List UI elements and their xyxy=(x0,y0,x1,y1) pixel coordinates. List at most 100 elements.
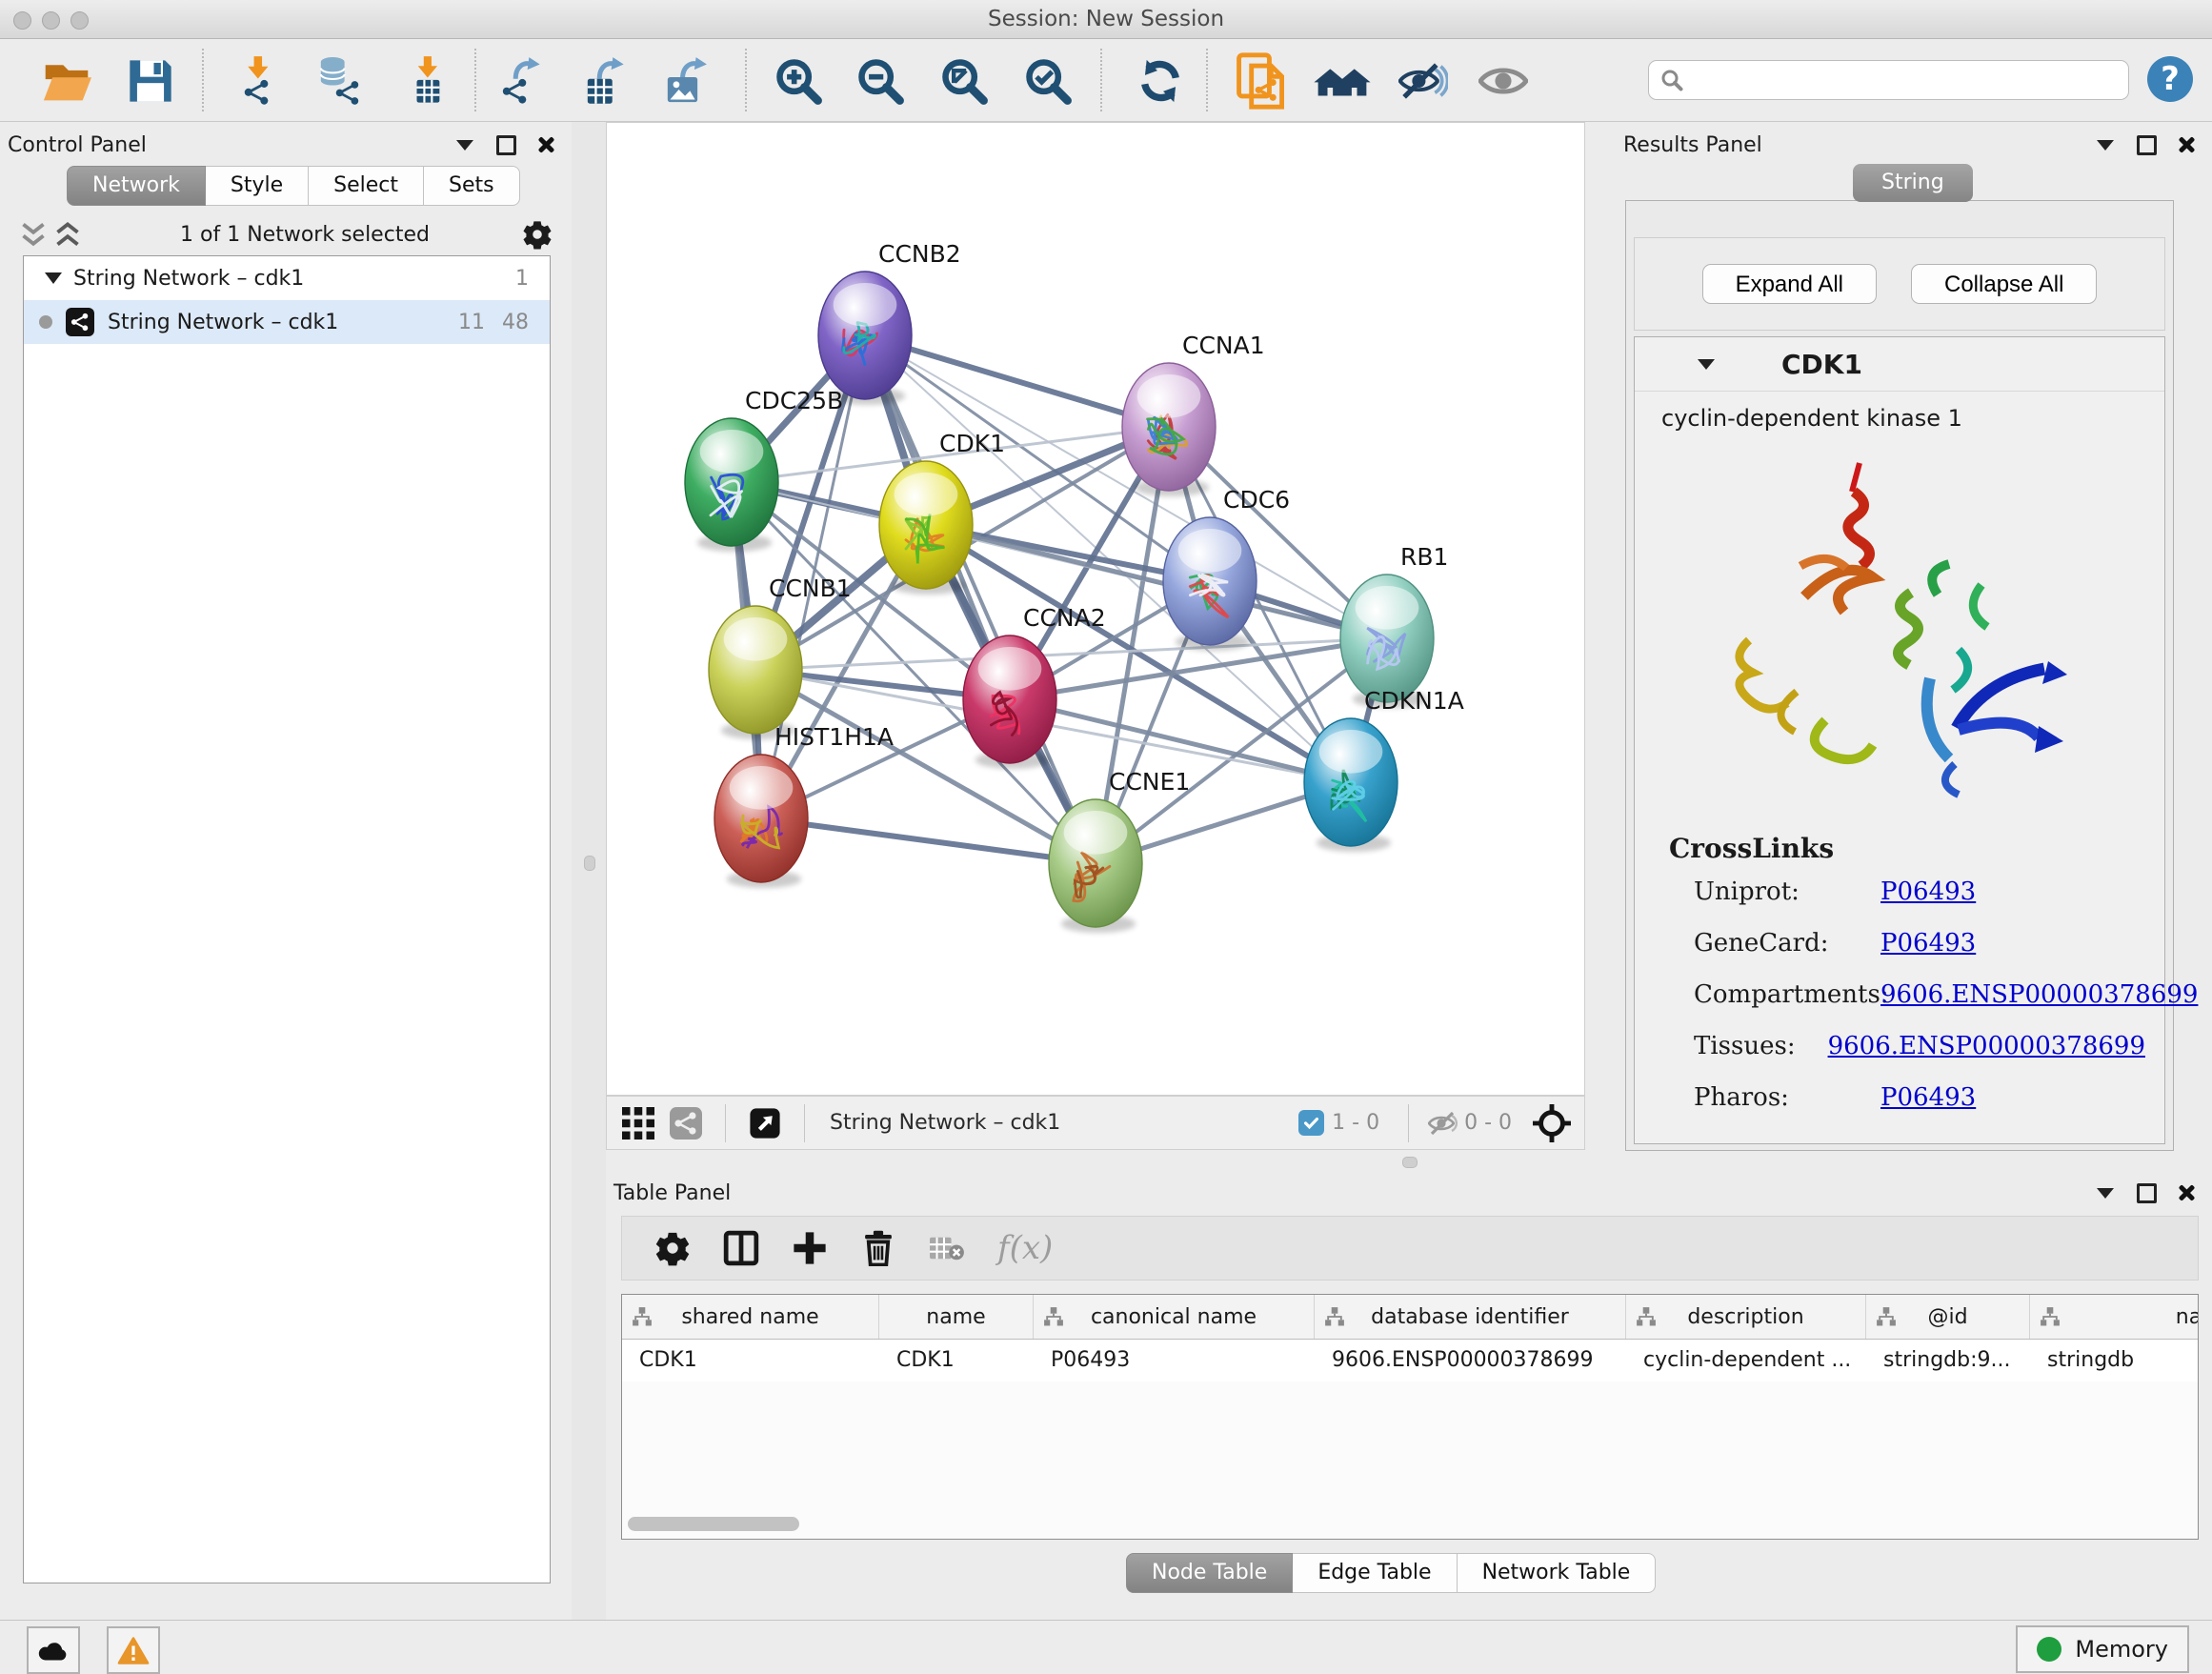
horizontal-scrollbar[interactable] xyxy=(628,1517,799,1531)
network-node-hist1h1a[interactable]: HIST1H1A xyxy=(714,723,894,888)
table-row[interactable]: CDK1CDK1P064939606.ENSP00000378699cyclin… xyxy=(622,1340,2198,1382)
refresh-icon[interactable] xyxy=(1136,56,1185,106)
network-node-ccne1[interactable]: CCNE1 xyxy=(1049,768,1190,933)
crosslink-value-link[interactable]: P06493 xyxy=(1880,877,1976,906)
network-node-ccna1[interactable]: CCNA1 xyxy=(1122,332,1265,496)
table-cell[interactable]: P06493 xyxy=(1034,1340,1315,1382)
column-header--id[interactable]: @id xyxy=(1866,1295,2030,1339)
export-network-icon[interactable] xyxy=(497,56,547,106)
memory-button[interactable]: Memory xyxy=(2016,1625,2189,1673)
tab-network[interactable]: Network xyxy=(67,166,206,206)
show-columns-icon[interactable] xyxy=(723,1230,759,1266)
section-expander-icon[interactable] xyxy=(1698,359,1715,370)
panel-collapse-icon[interactable] xyxy=(2097,1188,2114,1199)
crosslink-value-link[interactable]: P06493 xyxy=(1880,929,1976,958)
export-table-icon[interactable] xyxy=(581,56,631,106)
import-network-icon[interactable] xyxy=(234,56,284,106)
table-settings-gear-icon[interactable] xyxy=(654,1230,691,1266)
import-network-database-icon[interactable] xyxy=(314,56,364,106)
left-splitter-handle[interactable] xyxy=(584,856,595,871)
search-input[interactable] xyxy=(1691,68,2128,93)
network-node-cdk1[interactable]: CDK1 xyxy=(879,430,1005,595)
panel-float-icon[interactable] xyxy=(496,135,516,155)
column-header-shared-name[interactable]: shared name xyxy=(622,1295,879,1339)
table-cell[interactable]: stringdb xyxy=(2030,1340,2199,1382)
help-icon[interactable]: ? xyxy=(2147,56,2193,102)
network-share-icon[interactable] xyxy=(670,1107,702,1140)
panel-close-icon[interactable] xyxy=(2178,1184,2195,1201)
tab-edge-table[interactable]: Edge Table xyxy=(1293,1553,1457,1593)
tab-node-table[interactable]: Node Table xyxy=(1126,1553,1293,1593)
column-header-name[interactable]: name xyxy=(879,1295,1034,1339)
first-neighbors-icon[interactable] xyxy=(1313,56,1372,106)
table-cell[interactable]: CDK1 xyxy=(622,1340,879,1382)
crosslink-value-link[interactable]: P06493 xyxy=(1880,1083,1976,1112)
tab-network-table[interactable]: Network Table xyxy=(1458,1553,1657,1593)
save-session-icon[interactable] xyxy=(126,56,175,106)
close-window-button[interactable] xyxy=(13,11,31,30)
warnings-button[interactable] xyxy=(107,1626,160,1674)
node-table[interactable]: shared namenamecanonical namedatabase id… xyxy=(621,1294,2199,1540)
delete-column-icon[interactable] xyxy=(860,1230,896,1266)
network-node-cdkn1a[interactable]: CDKN1A xyxy=(1304,687,1464,852)
table-cell[interactable]: CDK1 xyxy=(879,1340,1034,1382)
zoom-in-icon[interactable] xyxy=(774,56,823,106)
hidden-eye-icon[interactable] xyxy=(1428,1107,1460,1140)
tab-select[interactable]: Select xyxy=(309,166,424,206)
add-column-icon[interactable] xyxy=(792,1230,828,1266)
column-header-database-identifier[interactable]: database identifier xyxy=(1315,1295,1626,1339)
import-table-icon[interactable] xyxy=(404,56,453,106)
horizontal-splitter-handle[interactable] xyxy=(1402,1157,1418,1168)
search-box[interactable] xyxy=(1648,60,2129,100)
network-edge[interactable] xyxy=(865,335,1096,863)
network-graph[interactable]: CCNB2CCNA1CDC25BCDK1CDC6RB1CCNB1CCNA2CDK… xyxy=(607,123,1584,1095)
zoom-out-icon[interactable] xyxy=(855,56,905,106)
left-splitter[interactable] xyxy=(572,122,606,1620)
column-header-description[interactable]: description xyxy=(1626,1295,1866,1339)
network-node-ccnb2[interactable]: CCNB2 xyxy=(818,240,961,405)
tab-style[interactable]: Style xyxy=(206,166,309,206)
panel-close-icon[interactable] xyxy=(2178,136,2195,153)
panel-collapse-icon[interactable] xyxy=(2097,140,2114,151)
collapse-all-button[interactable]: Collapse All xyxy=(1911,264,2097,304)
network-canvas[interactable]: CCNB2CCNA1CDC25BCDK1CDC6RB1CCNB1CCNA2CDK… xyxy=(606,122,1585,1096)
tab-sets[interactable]: Sets xyxy=(424,166,520,206)
expand-all-networks-icon[interactable] xyxy=(19,220,48,249)
grid-view-icon[interactable] xyxy=(622,1107,654,1140)
birds-eye-view-icon[interactable] xyxy=(749,1107,781,1140)
crosslink-value-link[interactable]: 9606.ENSP00000378699 xyxy=(1880,980,2198,1009)
minimize-window-button[interactable] xyxy=(42,11,60,30)
network-collection-row[interactable]: String Network – cdk1 1 xyxy=(24,256,550,300)
table-cell[interactable]: cyclin-dependent ... xyxy=(1626,1340,1866,1382)
gear-icon[interactable] xyxy=(522,219,553,250)
panel-collapse-icon[interactable] xyxy=(456,140,473,151)
zoom-window-button[interactable] xyxy=(70,11,89,30)
table-cell[interactable]: stringdb:9... xyxy=(1866,1340,2030,1382)
export-image-icon[interactable] xyxy=(662,56,712,106)
crosslink-value-link[interactable]: 9606.ENSP00000378699 xyxy=(1828,1032,2145,1060)
hide-selected-icon[interactable] xyxy=(1398,56,1448,106)
panel-float-icon[interactable] xyxy=(2137,1183,2157,1203)
panel-close-icon[interactable] xyxy=(537,136,554,153)
gene-section-header[interactable]: CDK1 xyxy=(1635,337,2164,392)
table-cell[interactable]: 9606.ENSP00000378699 xyxy=(1315,1340,1626,1382)
string-copy-icon[interactable] xyxy=(1235,52,1288,110)
selected-checkbox-icon[interactable] xyxy=(1298,1110,1324,1136)
column-header-namespac[interactable]: namespac xyxy=(2030,1295,2199,1339)
show-all-icon[interactable] xyxy=(1478,56,1528,106)
network-edge[interactable] xyxy=(761,818,1096,863)
cloud-button[interactable] xyxy=(27,1626,80,1674)
panel-float-icon[interactable] xyxy=(2137,135,2157,155)
network-row-selected[interactable]: String Network – cdk1 11 48 xyxy=(24,300,550,344)
zoom-fit-icon[interactable] xyxy=(939,56,989,106)
crosslinks-title: CrossLinks xyxy=(1669,833,2145,864)
column-header-canonical-name[interactable]: canonical name xyxy=(1034,1295,1315,1339)
collection-expander-icon[interactable] xyxy=(45,272,62,284)
expand-all-button[interactable]: Expand All xyxy=(1702,264,1877,304)
crosshair-icon[interactable] xyxy=(1533,1104,1571,1142)
tab-string[interactable]: String xyxy=(1853,164,1973,202)
open-file-icon[interactable] xyxy=(42,56,91,106)
zoom-selected-icon[interactable] xyxy=(1023,56,1073,106)
network-node-rb1[interactable]: RB1 xyxy=(1340,543,1448,708)
collapse-all-networks-icon[interactable] xyxy=(53,220,82,249)
